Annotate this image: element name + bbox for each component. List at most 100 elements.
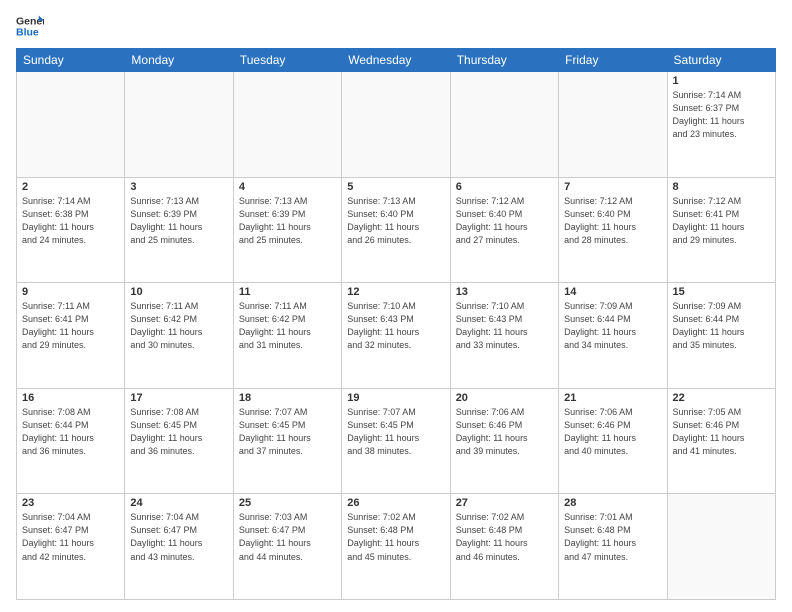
calendar-cell [450, 72, 558, 178]
weekday-header-tuesday: Tuesday [233, 49, 341, 72]
day-number: 23 [22, 497, 119, 509]
day-number: 2 [22, 181, 119, 193]
calendar-cell: 18 Sunrise: 7:07 AM Sunset: 6:45 PM Dayli… [233, 388, 341, 494]
week-row-2: 9 Sunrise: 7:11 AM Sunset: 6:41 PM Daylig… [17, 283, 776, 389]
day-info: Sunrise: 7:07 AM Sunset: 6:45 PM Dayligh… [347, 406, 444, 458]
day-info: Sunrise: 7:12 AM Sunset: 6:41 PM Dayligh… [673, 195, 770, 247]
day-number: 10 [130, 286, 227, 298]
calendar-cell: 19 Sunrise: 7:07 AM Sunset: 6:45 PM Dayli… [342, 388, 450, 494]
calendar-cell: 4 Sunrise: 7:13 AM Sunset: 6:39 PM Daylig… [233, 177, 341, 283]
day-info: Sunrise: 7:02 AM Sunset: 6:48 PM Dayligh… [456, 511, 553, 563]
day-number: 16 [22, 392, 119, 404]
day-number: 12 [347, 286, 444, 298]
calendar-cell: 28Sunrise: 7:01 AM Sunset: 6:48 PM Dayli… [559, 494, 667, 600]
day-number: 9 [22, 286, 119, 298]
day-info: Sunrise: 7:09 AM Sunset: 6:44 PM Dayligh… [673, 300, 770, 352]
day-number: 4 [239, 181, 336, 193]
calendar: SundayMondayTuesdayWednesdayThursdayFrid… [16, 48, 776, 600]
day-info: Sunrise: 7:13 AM Sunset: 6:39 PM Dayligh… [239, 195, 336, 247]
day-number: 28 [564, 497, 661, 509]
calendar-cell: 8 Sunrise: 7:12 AM Sunset: 6:41 PM Daylig… [667, 177, 775, 283]
day-number: 27 [456, 497, 553, 509]
day-number: 15 [673, 286, 770, 298]
svg-text:Blue: Blue [16, 27, 39, 39]
day-number: 25 [239, 497, 336, 509]
calendar-cell: 26 Sunrise: 7:02 AM Sunset: 6:48 PM Dayli… [342, 494, 450, 600]
header: General Blue [16, 12, 776, 40]
day-info: Sunrise: 7:04 AM Sunset: 6:47 PM Dayligh… [130, 511, 227, 563]
calendar-cell: 13Sunrise: 7:10 AM Sunset: 6:43 PM Dayli… [450, 283, 558, 389]
weekday-header-sunday: Sunday [17, 49, 125, 72]
week-row-1: 2 Sunrise: 7:14 AM Sunset: 6:38 PM Daylig… [17, 177, 776, 283]
day-number: 14 [564, 286, 661, 298]
day-number: 17 [130, 392, 227, 404]
calendar-cell [667, 494, 775, 600]
calendar-cell [17, 72, 125, 178]
weekday-header-monday: Monday [125, 49, 233, 72]
week-row-0: 1 Sunrise: 7:14 AM Sunset: 6:37 PM Daylig… [17, 72, 776, 178]
day-number: 19 [347, 392, 444, 404]
day-number: 26 [347, 497, 444, 509]
day-info: Sunrise: 7:06 AM Sunset: 6:46 PM Dayligh… [564, 406, 661, 458]
calendar-cell: 25 Sunrise: 7:03 AM Sunset: 6:47 PM Dayli… [233, 494, 341, 600]
day-info: Sunrise: 7:13 AM Sunset: 6:40 PM Dayligh… [347, 195, 444, 247]
day-info: Sunrise: 7:05 AM Sunset: 6:46 PM Dayligh… [673, 406, 770, 458]
day-info: Sunrise: 7:14 AM Sunset: 6:38 PM Dayligh… [22, 195, 119, 247]
calendar-cell: 5 Sunrise: 7:13 AM Sunset: 6:40 PM Daylig… [342, 177, 450, 283]
calendar-cell: 6 Sunrise: 7:12 AM Sunset: 6:40 PM Daylig… [450, 177, 558, 283]
day-info: Sunrise: 7:06 AM Sunset: 6:46 PM Dayligh… [456, 406, 553, 458]
calendar-cell: 10 Sunrise: 7:11 AM Sunset: 6:42 PM Dayli… [125, 283, 233, 389]
calendar-cell: 1 Sunrise: 7:14 AM Sunset: 6:37 PM Daylig… [667, 72, 775, 178]
day-info: Sunrise: 7:13 AM Sunset: 6:39 PM Dayligh… [130, 195, 227, 247]
calendar-cell: 16 Sunrise: 7:08 AM Sunset: 6:44 PM Dayli… [17, 388, 125, 494]
week-row-4: 23 Sunrise: 7:04 AM Sunset: 6:47 PM Dayli… [17, 494, 776, 600]
day-info: Sunrise: 7:12 AM Sunset: 6:40 PM Dayligh… [564, 195, 661, 247]
day-number: 3 [130, 181, 227, 193]
calendar-cell [342, 72, 450, 178]
day-info: Sunrise: 7:07 AM Sunset: 6:45 PM Dayligh… [239, 406, 336, 458]
day-info: Sunrise: 7:10 AM Sunset: 6:43 PM Dayligh… [347, 300, 444, 352]
calendar-cell [233, 72, 341, 178]
calendar-cell: 3 Sunrise: 7:13 AM Sunset: 6:39 PM Daylig… [125, 177, 233, 283]
weekday-header-row: SundayMondayTuesdayWednesdayThursdayFrid… [17, 49, 776, 72]
calendar-cell: 9 Sunrise: 7:11 AM Sunset: 6:41 PM Daylig… [17, 283, 125, 389]
day-info: Sunrise: 7:08 AM Sunset: 6:45 PM Dayligh… [130, 406, 227, 458]
day-number: 8 [673, 181, 770, 193]
day-info: Sunrise: 7:04 AM Sunset: 6:47 PM Dayligh… [22, 511, 119, 563]
day-info: Sunrise: 7:03 AM Sunset: 6:47 PM Dayligh… [239, 511, 336, 563]
day-number: 6 [456, 181, 553, 193]
calendar-cell: 15 Sunrise: 7:09 AM Sunset: 6:44 PM Dayli… [667, 283, 775, 389]
weekday-header-friday: Friday [559, 49, 667, 72]
calendar-cell: 22 Sunrise: 7:05 AM Sunset: 6:46 PM Dayli… [667, 388, 775, 494]
calendar-cell: 7 Sunrise: 7:12 AM Sunset: 6:40 PM Daylig… [559, 177, 667, 283]
calendar-cell: 24 Sunrise: 7:04 AM Sunset: 6:47 PM Dayli… [125, 494, 233, 600]
day-info: Sunrise: 7:10 AM Sunset: 6:43 PM Dayligh… [456, 300, 553, 352]
calendar-cell: 2 Sunrise: 7:14 AM Sunset: 6:38 PM Daylig… [17, 177, 125, 283]
week-row-3: 16 Sunrise: 7:08 AM Sunset: 6:44 PM Dayli… [17, 388, 776, 494]
page: General Blue SundayMondayTuesdayWednesda… [0, 0, 792, 612]
calendar-cell: 21 Sunrise: 7:06 AM Sunset: 6:46 PM Dayli… [559, 388, 667, 494]
day-info: Sunrise: 7:02 AM Sunset: 6:48 PM Dayligh… [347, 511, 444, 563]
day-info: Sunrise: 7:11 AM Sunset: 6:41 PM Dayligh… [22, 300, 119, 352]
calendar-cell: 17 Sunrise: 7:08 AM Sunset: 6:45 PM Dayli… [125, 388, 233, 494]
calendar-cell: 14Sunrise: 7:09 AM Sunset: 6:44 PM Dayli… [559, 283, 667, 389]
calendar-cell: 11Sunrise: 7:11 AM Sunset: 6:42 PM Dayli… [233, 283, 341, 389]
logo: General Blue [16, 12, 44, 40]
weekday-header-thursday: Thursday [450, 49, 558, 72]
day-number: 20 [456, 392, 553, 404]
day-info: Sunrise: 7:12 AM Sunset: 6:40 PM Dayligh… [456, 195, 553, 247]
day-number: 18 [239, 392, 336, 404]
logo-icon: General Blue [16, 12, 44, 40]
day-number: 24 [130, 497, 227, 509]
calendar-cell: 12 Sunrise: 7:10 AM Sunset: 6:43 PM Dayli… [342, 283, 450, 389]
day-number: 5 [347, 181, 444, 193]
day-info: Sunrise: 7:08 AM Sunset: 6:44 PM Dayligh… [22, 406, 119, 458]
day-number: 7 [564, 181, 661, 193]
day-info: Sunrise: 7:11 AM Sunset: 6:42 PM Dayligh… [130, 300, 227, 352]
day-number: 22 [673, 392, 770, 404]
calendar-cell: 23 Sunrise: 7:04 AM Sunset: 6:47 PM Dayli… [17, 494, 125, 600]
day-number: 1 [673, 75, 770, 87]
day-info: Sunrise: 7:14 AM Sunset: 6:37 PM Dayligh… [673, 89, 770, 141]
day-number: 21 [564, 392, 661, 404]
calendar-cell [559, 72, 667, 178]
